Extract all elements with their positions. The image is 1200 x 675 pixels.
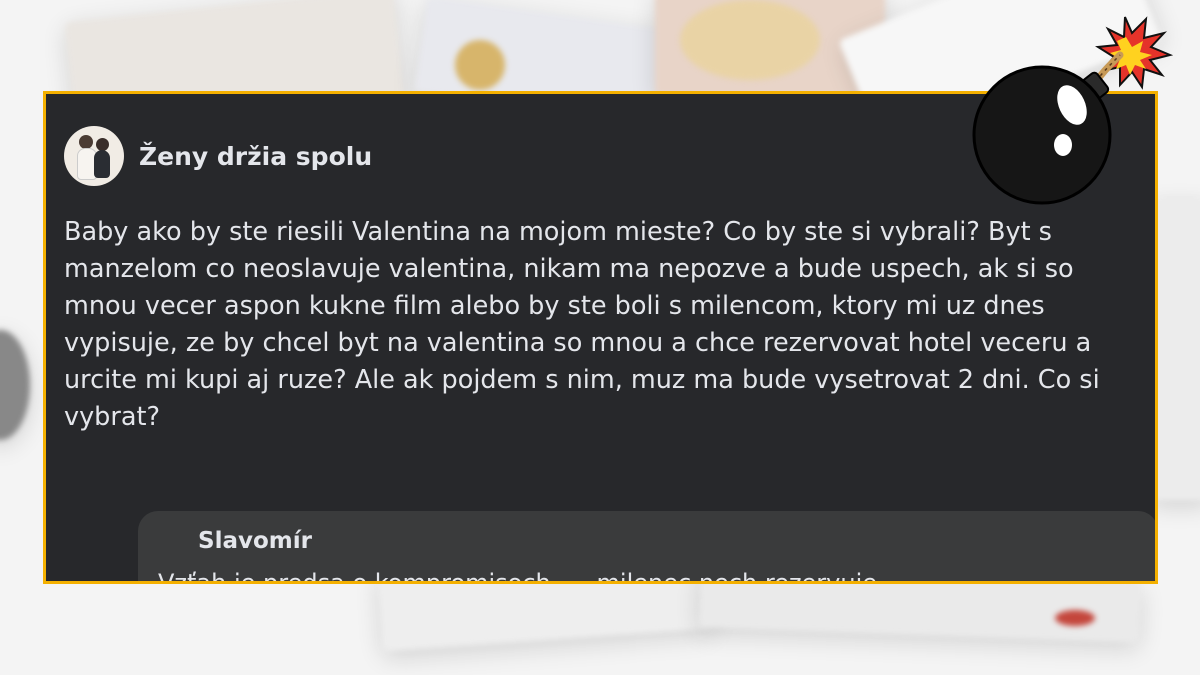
post-header: Ženy držia spolu <box>64 126 372 186</box>
background-photo <box>0 330 30 440</box>
bomb-icon <box>972 16 1174 205</box>
comment-bubble: Slavomír Vzťah je predsa o kompromisoch.… <box>138 511 1155 584</box>
background-avatar <box>455 40 505 90</box>
background-photo-detail <box>680 0 820 80</box>
bomb-body <box>972 65 1112 205</box>
group-name[interactable]: Ženy držia spolu <box>139 142 372 171</box>
comment-author[interactable]: Slavomír <box>198 528 312 554</box>
couple-photo-avatar[interactable] <box>64 126 124 186</box>
background-reactions <box>1055 610 1095 626</box>
comment-text: Vzťah je predsa o kompromisoch..... mile… <box>158 569 878 584</box>
post-text: Baby ako by ste riesili Valentina na moj… <box>64 217 1100 432</box>
